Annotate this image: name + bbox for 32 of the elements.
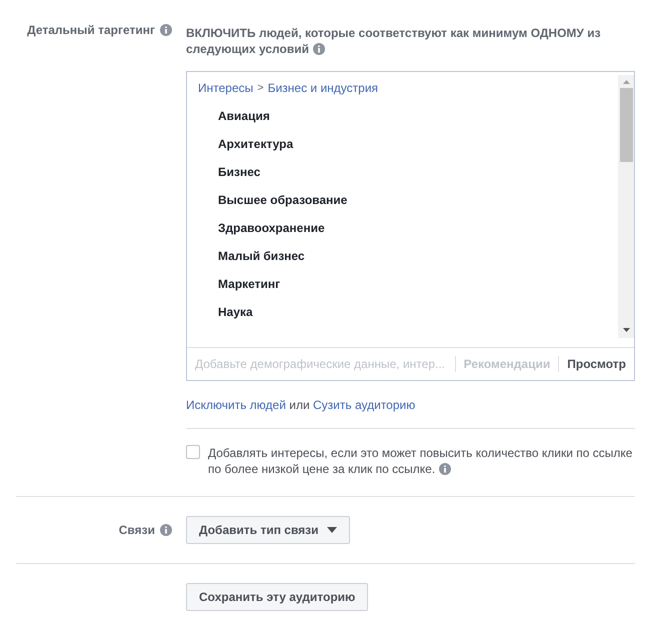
save-audience-button[interactable]: Сохранить эту аудиторию bbox=[186, 583, 368, 611]
breadcrumb-separator: > bbox=[257, 81, 264, 96]
exclude-narrow-text: Исключить людей или Сузить аудиторию bbox=[186, 397, 416, 413]
info-icon bbox=[160, 524, 172, 536]
scrollbar[interactable] bbox=[618, 75, 634, 338]
add-connection-type-button[interactable]: Добавить тип связи bbox=[186, 516, 350, 544]
checkbox-label: Добавлять интересы, если это может повысить количество клики по ссылке по более низкой цене за клик по ссылке. bbox=[208, 445, 634, 477]
interest-option[interactable]: Бизнес bbox=[218, 158, 260, 186]
interest-option[interactable]: Архитектура bbox=[218, 130, 294, 158]
interest-option[interactable]: Малый бизнес bbox=[218, 242, 305, 270]
audience-link[interactable]: Сузить аудиторию bbox=[313, 398, 416, 412]
field-label: Детальный таргетинг bbox=[27, 22, 155, 38]
breadcrumb-link[interactable]: Бизнес и индустрия bbox=[268, 80, 378, 96]
scroll-down-arrow-icon[interactable] bbox=[622, 328, 630, 332]
search-field[interactable]: Добавьте демографические данные, интер... bbox=[187, 348, 455, 380]
audience-link[interactable]: Исключить людей bbox=[186, 398, 286, 412]
field-label: Связи bbox=[118, 522, 155, 538]
interest-option[interactable]: Маркетинг bbox=[218, 270, 280, 298]
info-icon bbox=[312, 43, 325, 55]
info-icon bbox=[160, 24, 172, 36]
scroll-up-arrow-icon[interactable] bbox=[622, 80, 630, 84]
include-title: ВКЛЮЧИТЬ людей, которые соответствуют как минимум ОДНОМУ из следующих условий bbox=[186, 25, 602, 57]
mode-button[interactable]: Просмотр bbox=[559, 356, 634, 372]
checkbox[interactable] bbox=[186, 445, 200, 459]
caret-icon bbox=[326, 527, 337, 533]
interest-option[interactable]: Здравоохранение bbox=[218, 214, 325, 242]
breadcrumb-link[interactable]: Интересы bbox=[198, 80, 254, 96]
interest-option[interactable]: Авиация bbox=[218, 102, 270, 130]
interest-option[interactable]: Наука bbox=[218, 298, 253, 326]
info-icon bbox=[439, 463, 452, 475]
interest-option[interactable]: Высшее образование bbox=[218, 186, 348, 214]
scroll-thumb[interactable] bbox=[620, 88, 632, 162]
